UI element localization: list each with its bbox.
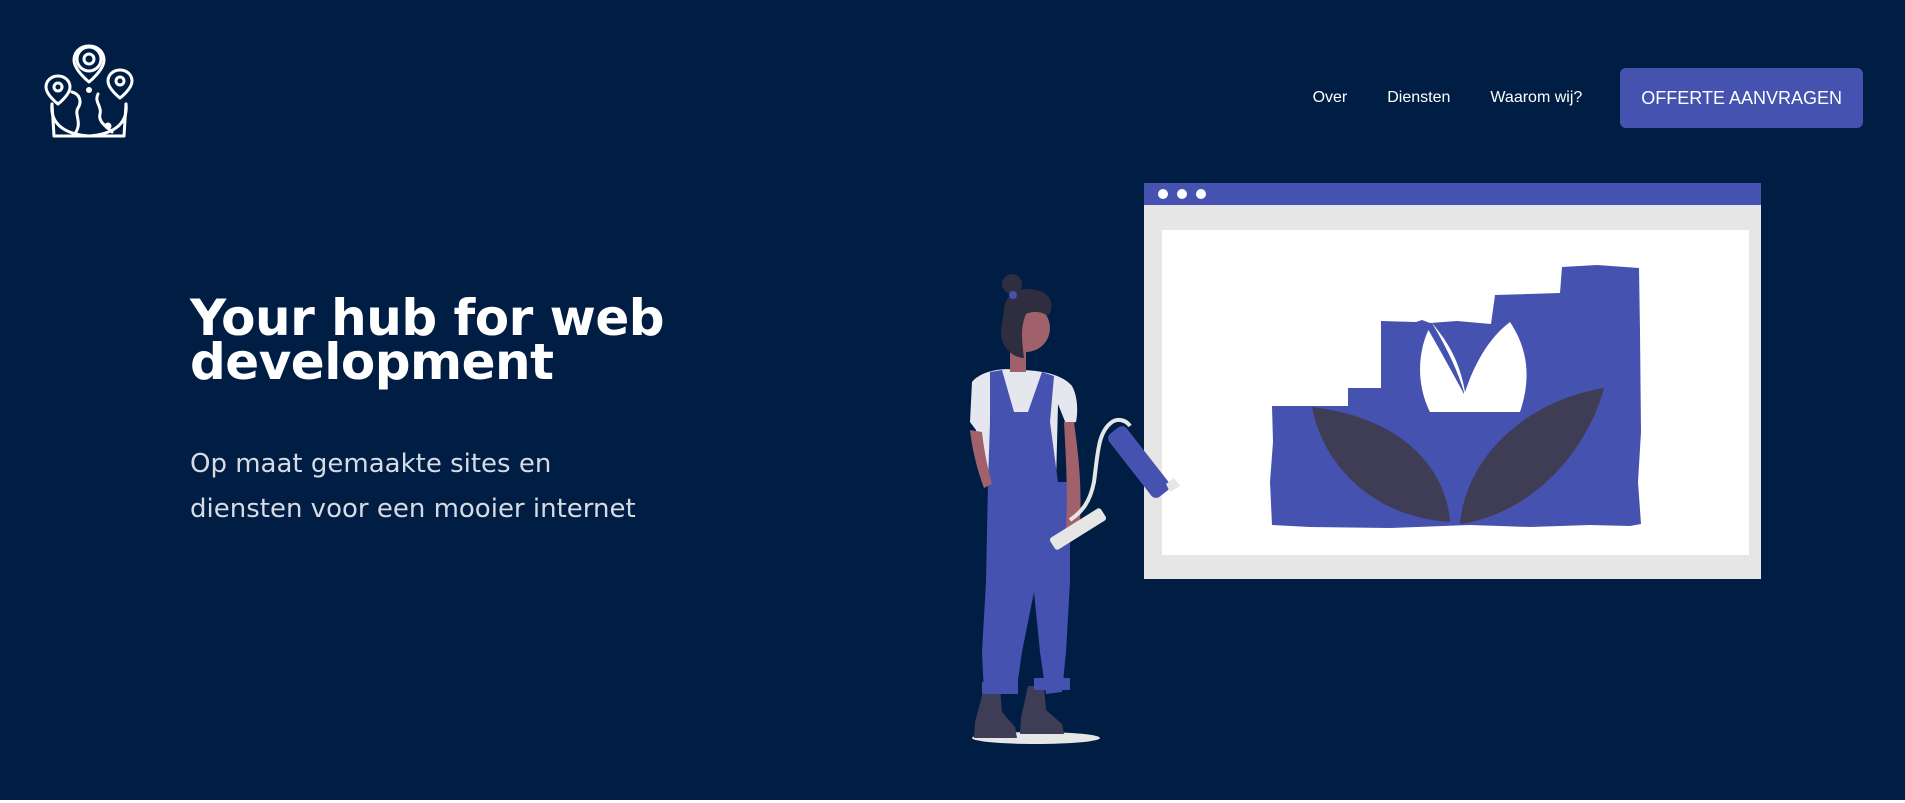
browser-window-graphic: [1144, 183, 1761, 579]
woman-painting-website-illustration: [970, 182, 1770, 747]
main-navigation: Over Diensten Waarom wij? OFFERTE AANVRA…: [1313, 68, 1863, 128]
landing-page: Over Diensten Waarom wij? OFFERTE AANVRA…: [0, 0, 1905, 800]
nav-link-over[interactable]: Over: [1313, 68, 1348, 128]
offerte-aanvragen-button[interactable]: OFFERTE AANVRAGEN: [1620, 68, 1863, 128]
hero-title: Your hub for web development: [190, 289, 665, 391]
nav-link-diensten[interactable]: Diensten: [1387, 68, 1450, 128]
nav-link-waarom-wij[interactable]: Waarom wij?: [1490, 68, 1582, 128]
hero-subtitle: Op maat gemaakte sites en diensten voor …: [190, 449, 636, 524]
globe-with-map-pins-icon[interactable]: [42, 42, 136, 140]
